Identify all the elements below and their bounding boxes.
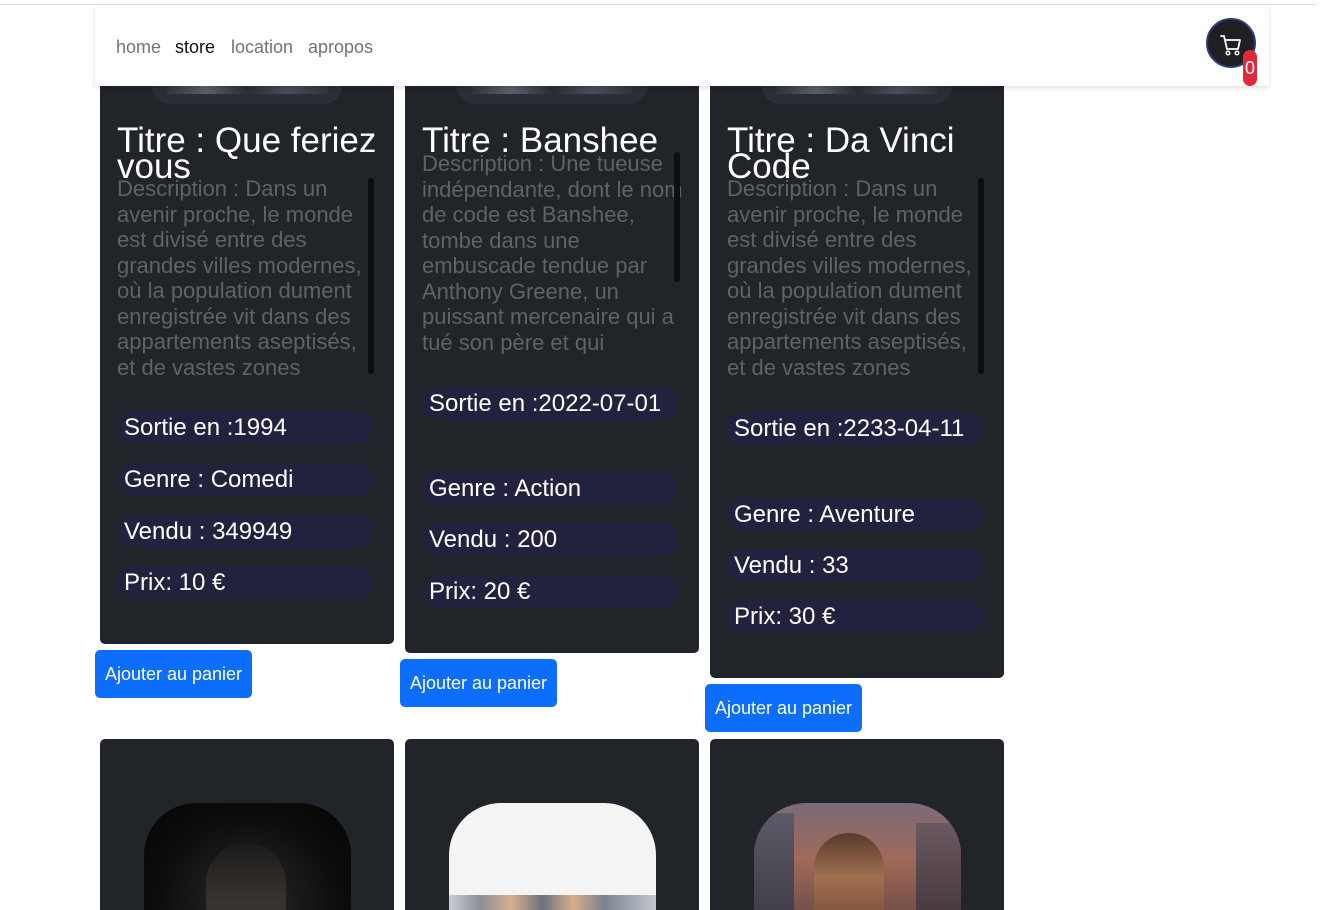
- movie-description: Description : Une tueuse indépendante, d…: [422, 151, 683, 354]
- movie-card: [710, 739, 1004, 910]
- add-to-cart-button[interactable]: Ajouter au panier: [705, 684, 862, 732]
- movie-description-box[interactable]: Description : Dans un avenir proche, le …: [727, 176, 989, 378]
- movie-description: Description : Dans un avenir proche, le …: [727, 176, 972, 378]
- release-date: Sortie en :1994: [117, 411, 373, 444]
- movie-title: Titre : Da Vinci Code: [727, 121, 955, 186]
- price: Prix: 30 €: [727, 600, 983, 633]
- add-to-cart-button[interactable]: Ajouter au panier: [95, 650, 252, 698]
- movie-description-box[interactable]: Description : Une tueuse indépendante, d…: [422, 151, 684, 354]
- movie-poster: [754, 803, 961, 910]
- units-sold: Vendu : 200: [422, 523, 678, 556]
- movie-card: Titre : Banshee Description : Une tueuse…: [405, 86, 699, 653]
- movie-poster: [457, 86, 647, 104]
- genre: Genre : Aventure: [727, 498, 983, 531]
- units-sold: Vendu : 349949: [117, 515, 373, 548]
- nav-link-home[interactable]: home: [116, 36, 161, 58]
- top-border: [0, 4, 1316, 5]
- movie-card: Titre : Que feriez vous Description : Da…: [100, 86, 394, 644]
- movie-title: Titre : Que feriez vous: [117, 121, 377, 186]
- price: Prix: 20 €: [422, 575, 678, 608]
- nav-link-apropos[interactable]: apropos: [308, 36, 373, 58]
- movie-poster: [144, 803, 351, 910]
- cart-button[interactable]: 0: [1206, 18, 1257, 86]
- movie-card: [405, 739, 699, 910]
- release-date: Sortie en :2233-04-11: [727, 412, 983, 445]
- units-sold: Vendu : 33: [727, 549, 983, 582]
- movie-description-box[interactable]: Description : Dans un avenir proche, le …: [117, 176, 379, 378]
- movie-card: [100, 739, 394, 910]
- movie-poster: [152, 86, 342, 104]
- description-scrollbar[interactable]: [368, 178, 374, 374]
- genre: Genre : Comedi: [117, 463, 373, 496]
- movie-description: Description : Dans un avenir proche, le …: [117, 176, 362, 378]
- release-date: Sortie en :2022-07-01: [422, 387, 678, 420]
- cart-count-badge: 0: [1243, 50, 1257, 86]
- nav-link-store[interactable]: store: [175, 36, 215, 58]
- movie-poster: [762, 86, 952, 104]
- navbar: home store location apropos 0: [95, 6, 1269, 86]
- description-scrollbar[interactable]: [674, 152, 680, 282]
- description-scrollbar[interactable]: [978, 178, 984, 374]
- movie-poster: [449, 803, 656, 910]
- nav-link-location[interactable]: location: [231, 36, 293, 58]
- price: Prix: 10 €: [117, 566, 373, 599]
- genre: Genre : Action: [422, 472, 678, 505]
- add-to-cart-button[interactable]: Ajouter au panier: [400, 659, 557, 707]
- movie-card: Titre : Da Vinci Code Description : Dans…: [710, 86, 1004, 678]
